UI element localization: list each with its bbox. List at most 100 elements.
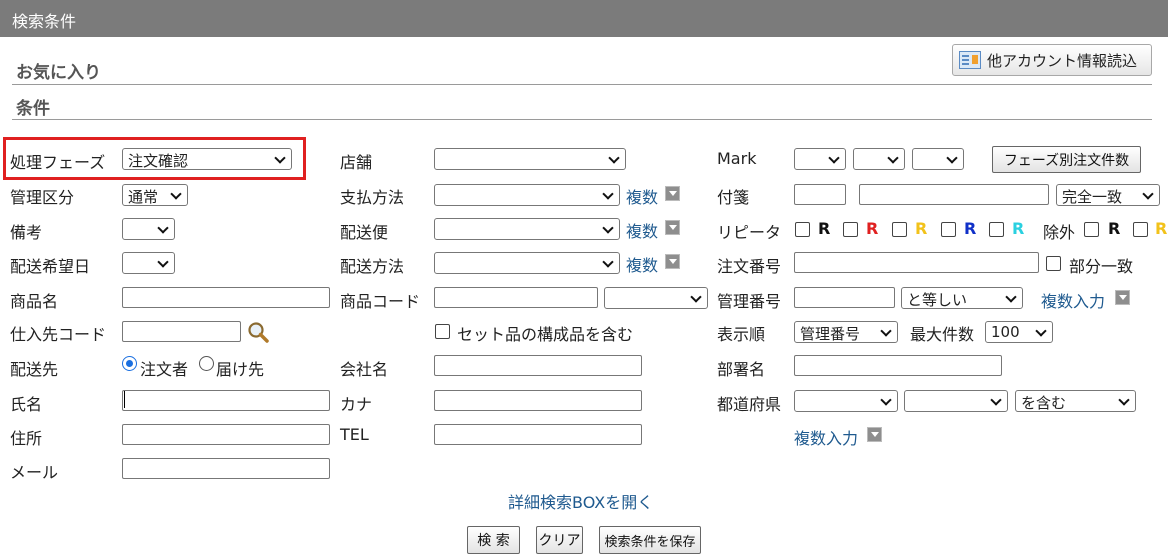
tag-input-1[interactable] (794, 184, 846, 205)
product-code-input[interactable] (434, 287, 598, 308)
mgmt-no-label: 管理番号 (717, 292, 782, 311)
product-name-label: 商品名 (10, 292, 59, 311)
phase-select[interactable]: 注文確認 (122, 148, 292, 170)
account-info-icon (959, 51, 981, 69)
product-name-input[interactable] (122, 287, 330, 308)
display-order-label: 表示順 (717, 325, 766, 344)
repeater-red-r: R (866, 219, 879, 238)
carrier-select[interactable] (434, 218, 620, 240)
mark-select-1[interactable] (794, 148, 846, 170)
search-icon[interactable] (247, 321, 269, 343)
tag-match-select[interactable]: 完全一致 (1056, 184, 1160, 206)
mgmt-no-condition-select[interactable]: と等しい (901, 287, 1023, 309)
tag-label: 付箋 (717, 188, 750, 207)
ship-to-label: 配送先 (10, 360, 59, 379)
carrier-multi-expand-icon[interactable] (665, 220, 680, 235)
open-detail-search-link[interactable]: 詳細検索BOXを開く (508, 489, 653, 513)
prefecture-multi-input-link[interactable]: 複数入力 (794, 425, 858, 449)
carrier-label: 配送便 (340, 223, 389, 242)
kana-label: カナ (340, 395, 373, 414)
mark-select-2[interactable] (853, 148, 905, 170)
order-no-label: 注文番号 (717, 257, 782, 276)
ship-to-orderer-label[interactable]: 注文者 (140, 356, 188, 380)
set-item-label[interactable]: セット品の構成品を含む (457, 321, 633, 345)
prefecture-label: 都道府県 (717, 395, 782, 414)
exclude-yellow-r: R (1155, 219, 1168, 238)
order-no-input[interactable] (794, 252, 1039, 273)
ship-to-orderer-radio[interactable] (122, 356, 137, 371)
prefecture-multi-expand-icon[interactable] (867, 427, 882, 442)
mgmt-no-multi-expand-icon[interactable] (1115, 290, 1130, 305)
load-other-account-button[interactable]: 他アカウント情報読込 (952, 44, 1152, 76)
remarks-label: 備考 (10, 223, 43, 242)
repeater-blue-checkbox[interactable] (941, 222, 956, 237)
favorites-heading[interactable]: お気に入り (16, 58, 101, 83)
save-conditions-button[interactable]: 検索条件を保存 (599, 526, 701, 554)
payment-multi-link[interactable]: 複数 (626, 184, 658, 208)
mail-label: メール (10, 463, 59, 482)
ship-method-label: 配送方法 (340, 257, 405, 276)
address-label: 住所 (10, 429, 43, 448)
product-code-condition-select[interactable] (604, 287, 708, 309)
repeater-red-checkbox[interactable] (843, 222, 858, 237)
prefecture-select-2[interactable] (904, 390, 1008, 412)
exclude-black-checkbox[interactable] (1084, 222, 1099, 237)
mgmt-no-multi-input-link[interactable]: 複数入力 (1041, 288, 1105, 312)
prefecture-select-1[interactable] (794, 390, 898, 412)
company-label: 会社名 (340, 360, 389, 379)
mgmt-class-select[interactable]: 通常 (122, 184, 188, 206)
repeater-yellow-checkbox[interactable] (892, 222, 907, 237)
phase-order-count-button[interactable]: フェーズ別注文件数 (992, 146, 1141, 173)
delivery-date-select[interactable] (122, 252, 175, 274)
mgmt-no-input[interactable] (794, 287, 895, 308)
repeater-label: リピータ (717, 223, 782, 242)
supplier-code-input[interactable] (122, 321, 241, 342)
ship-to-recipient-label[interactable]: 届け先 (216, 356, 264, 380)
partial-match-checkbox[interactable] (1046, 256, 1061, 271)
exclude-black-r: R (1108, 219, 1121, 238)
max-count-label: 最大件数 (910, 325, 975, 344)
payment-label: 支払方法 (340, 188, 405, 207)
company-input[interactable] (434, 355, 642, 376)
prefecture-condition-select[interactable]: を含む (1015, 390, 1136, 412)
conditions-heading: 条件 (16, 99, 50, 119)
payment-multi-expand-icon[interactable] (665, 186, 680, 201)
text-caret (124, 391, 125, 408)
ship-method-multi-expand-icon[interactable] (665, 254, 680, 269)
address-input[interactable] (122, 424, 330, 445)
repeater-black-r: R (818, 219, 831, 238)
name-input[interactable] (122, 390, 330, 411)
partial-match-label[interactable]: 部分一致 (1069, 253, 1133, 277)
mgmt-class-label: 管理区分 (10, 188, 75, 207)
ship-method-multi-link[interactable]: 複数 (626, 252, 658, 276)
search-button[interactable]: 検 索 (467, 526, 520, 554)
repeater-blue-r: R (964, 219, 977, 238)
display-order-select[interactable]: 管理番号 (794, 321, 898, 343)
repeater-black-checkbox[interactable] (795, 222, 810, 237)
exclude-label: 除外 (1043, 223, 1076, 242)
ship-to-recipient-radio[interactable] (199, 356, 214, 371)
tel-input[interactable] (434, 424, 642, 445)
repeater-cyan-checkbox[interactable] (989, 222, 1004, 237)
store-select[interactable] (434, 148, 626, 170)
department-input[interactable] (794, 355, 1002, 376)
clear-button[interactable]: クリア (536, 526, 583, 554)
payment-select[interactable] (434, 184, 620, 206)
kana-input[interactable] (434, 390, 642, 411)
delivery-date-label: 配送希望日 (10, 257, 91, 276)
supplier-code-label: 仕入先コード (10, 325, 107, 344)
load-other-account-label: 他アカウント情報読込 (987, 51, 1138, 70)
store-label: 店舗 (340, 153, 373, 172)
exclude-yellow-checkbox[interactable] (1133, 222, 1148, 237)
tag-input-2[interactable] (859, 184, 1049, 205)
repeater-cyan-r: R (1012, 219, 1025, 238)
ship-method-select[interactable] (434, 252, 620, 274)
remarks-select[interactable] (122, 218, 175, 240)
mail-input[interactable] (122, 458, 330, 479)
mark-select-3[interactable] (912, 148, 964, 170)
department-label: 部署名 (717, 360, 766, 379)
set-item-checkbox[interactable] (435, 324, 450, 339)
carrier-multi-link[interactable]: 複数 (626, 218, 658, 242)
name-label: 氏名 (10, 395, 43, 414)
max-count-select[interactable]: 100 (985, 321, 1053, 343)
